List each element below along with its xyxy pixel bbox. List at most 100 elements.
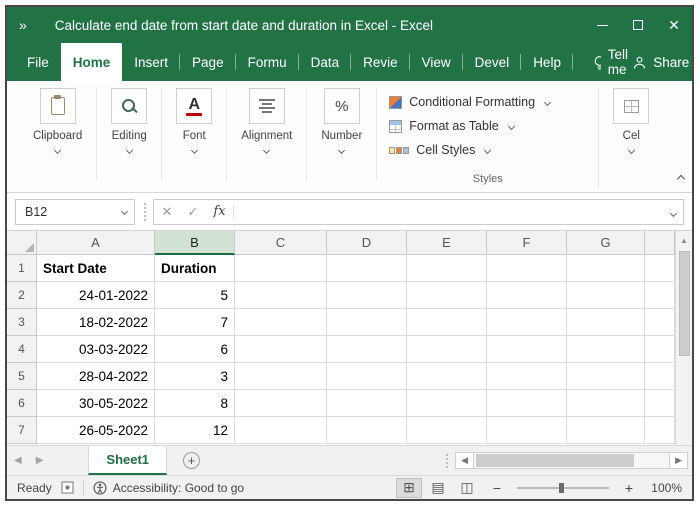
grid-cell[interactable] <box>487 363 567 390</box>
ribbon-group-alignment[interactable]: Alignment <box>227 88 307 180</box>
grid-cell[interactable] <box>645 336 675 363</box>
chevron-down-icon[interactable] <box>126 147 133 154</box>
accessibility-status[interactable]: Accessibility: Good to go <box>93 481 244 495</box>
ribbon-group-editing[interactable]: Editing <box>97 88 162 180</box>
page-break-view-button[interactable]: ◫ <box>454 478 480 498</box>
tab-data[interactable]: Data <box>299 43 352 81</box>
grid-cell[interactable] <box>567 417 645 444</box>
cells-icon[interactable] <box>613 88 649 124</box>
close-button[interactable]: ✕ <box>656 7 692 43</box>
grid-cell[interactable] <box>645 255 675 282</box>
grid-cell[interactable] <box>407 255 487 282</box>
grid-cell[interactable] <box>407 282 487 309</box>
normal-view-button[interactable]: ⊞ <box>396 478 422 498</box>
grid-cell[interactable] <box>487 336 567 363</box>
zoom-slider[interactable] <box>517 487 609 489</box>
new-sheet-button[interactable]: + <box>183 452 200 469</box>
tab-home[interactable]: Home <box>61 43 123 81</box>
column-header-b-selected[interactable]: B <box>155 231 235 255</box>
zoom-slider-thumb[interactable] <box>559 483 564 493</box>
grid-cell[interactable] <box>407 363 487 390</box>
grid-cell[interactable] <box>487 390 567 417</box>
formula-input[interactable] <box>234 200 664 224</box>
grid-cell[interactable] <box>487 417 567 444</box>
tab-developer[interactable]: Devel <box>463 43 522 81</box>
select-all-button[interactable] <box>7 231 37 255</box>
grid-cell[interactable] <box>407 417 487 444</box>
ribbon-group-cells[interactable]: Cel <box>599 88 653 180</box>
chevron-down-icon[interactable] <box>54 147 61 154</box>
grid-cell[interactable] <box>645 282 675 309</box>
grid-cell[interactable] <box>645 309 675 336</box>
insert-function-icon[interactable]: fx <box>206 204 234 219</box>
enter-check-icon[interactable]: ✓ <box>180 204 206 220</box>
cell-a1[interactable]: Start Date <box>37 255 155 282</box>
cell-a6[interactable]: 30-05-2022 <box>37 390 155 417</box>
grid-cell[interactable] <box>327 282 407 309</box>
grid-cell[interactable] <box>327 390 407 417</box>
row-header-1[interactable]: 1 <box>7 255 37 282</box>
grid-cell[interactable] <box>327 417 407 444</box>
page-layout-view-button[interactable]: ▤ <box>425 478 451 498</box>
sheet-nav-right-icon[interactable]: ▶ <box>29 446 51 475</box>
grid-cell[interactable] <box>407 309 487 336</box>
grid-cell[interactable] <box>645 390 675 417</box>
format-as-table-button[interactable]: Format as Table <box>387 114 588 138</box>
tab-help[interactable]: Help <box>521 43 573 81</box>
grid-cell[interactable] <box>645 363 675 390</box>
tab-file[interactable]: File <box>15 43 61 81</box>
column-header-e[interactable]: E <box>407 231 487 255</box>
name-box-dropdown-icon[interactable] <box>121 208 128 215</box>
row-header-2[interactable]: 2 <box>7 282 37 309</box>
grid-cell[interactable] <box>235 255 327 282</box>
grid-cell[interactable] <box>327 255 407 282</box>
column-header-g[interactable]: G <box>567 231 645 255</box>
vertical-scrollbar[interactable]: ▲ <box>675 231 692 445</box>
grid-cell[interactable] <box>487 309 567 336</box>
cell-a2[interactable]: 24-01-2022 <box>37 282 155 309</box>
tab-insert[interactable]: Insert <box>122 43 180 81</box>
cell-a5[interactable]: 28-04-2022 <box>37 363 155 390</box>
grid-cell[interactable] <box>645 417 675 444</box>
cell-a4[interactable]: 03-03-2022 <box>37 336 155 363</box>
grid-cell[interactable] <box>235 363 327 390</box>
ribbon-group-font[interactable]: A Font <box>162 88 227 180</box>
grid-cell[interactable] <box>567 282 645 309</box>
sheet-nav-left-icon[interactable]: ◀ <box>7 446 29 475</box>
grid-cell[interactable] <box>567 255 645 282</box>
cell-b3[interactable]: 7 <box>155 309 235 336</box>
share-button[interactable]: Share <box>633 43 689 81</box>
collapse-ribbon-button[interactable] <box>678 169 684 187</box>
column-header-c[interactable]: C <box>235 231 327 255</box>
zoom-in-button[interactable]: + <box>621 480 637 496</box>
chevron-down-icon[interactable] <box>191 147 198 154</box>
horizontal-scrollbar-thumb[interactable] <box>476 454 634 467</box>
column-header-f[interactable]: F <box>487 231 567 255</box>
chevron-down-icon[interactable] <box>338 147 345 154</box>
grid-cell[interactable] <box>407 336 487 363</box>
name-box[interactable]: B12 <box>15 199 135 225</box>
sheet-tab-sheet1[interactable]: Sheet1 <box>88 446 167 475</box>
maximize-button[interactable] <box>620 7 656 43</box>
hscroll-right-icon[interactable]: ▶ <box>669 452 688 469</box>
column-header-partial[interactable] <box>645 231 675 255</box>
column-header-a[interactable]: A <box>37 231 155 255</box>
grid-cell[interactable] <box>235 390 327 417</box>
scroll-up-icon[interactable]: ▲ <box>680 236 688 245</box>
grid-cell[interactable] <box>567 363 645 390</box>
tab-review[interactable]: Revie <box>351 43 410 81</box>
minimize-button[interactable] <box>584 7 620 43</box>
tab-view[interactable]: View <box>410 43 463 81</box>
grid-cell[interactable] <box>235 282 327 309</box>
conditional-formatting-button[interactable]: Conditional Formatting <box>387 90 588 114</box>
vertical-scrollbar-thumb[interactable] <box>679 251 690 356</box>
zoom-level[interactable]: 100% <box>646 481 682 495</box>
grid-cell[interactable] <box>327 363 407 390</box>
row-header-3[interactable]: 3 <box>7 309 37 336</box>
grid-cell[interactable] <box>567 390 645 417</box>
clipboard-icon[interactable] <box>40 88 76 124</box>
cell-b1[interactable]: Duration <box>155 255 235 282</box>
grid-cell[interactable] <box>235 336 327 363</box>
percent-icon[interactable]: % <box>324 88 360 124</box>
cell-styles-button[interactable]: Cell Styles <box>387 138 588 162</box>
